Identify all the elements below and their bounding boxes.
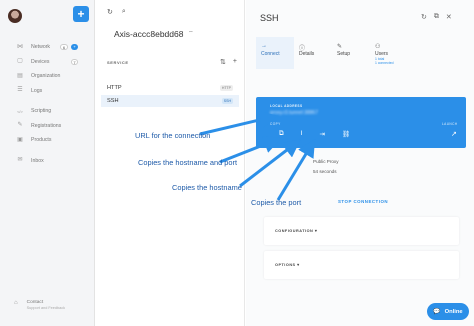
service-row-ssh[interactable]: SSH SSH [101, 95, 239, 107]
organization-icon: ▤ [17, 72, 23, 79]
sidebar-item-label: Devices [31, 58, 50, 65]
sidebar-item-organization[interactable]: ▤ Organization [0, 69, 95, 84]
local-address-label: LOCAL ADDRESS [270, 104, 303, 108]
close-icon[interactable]: ✕ [446, 13, 452, 21]
wifi-icon: ⌔ [188, 31, 194, 37]
share-icon[interactable]: ⧉ [434, 13, 439, 21]
copy-buttons: ⧉ I ⇥ ⛓ [279, 130, 350, 138]
proxy-type: Public Proxy [313, 159, 339, 164]
copy-hostname-icon[interactable]: I [301, 130, 303, 138]
sidebar-item-devices[interactable]: ▢ Devices 7 [0, 55, 95, 70]
products-icon: ▣ [17, 136, 23, 143]
chat-icon: 💬 [433, 308, 441, 315]
local-address-value[interactable]: proxy.r3.tunnel:38867 [270, 110, 318, 116]
options-section[interactable]: OPTIONS ▾ [264, 251, 459, 279]
registrations-icon: ✎ [17, 122, 23, 129]
network-add-badge[interactable]: + [71, 44, 78, 51]
tab-label: Connect [261, 51, 280, 57]
online-chat-button[interactable]: 💬 Online [427, 303, 469, 320]
copy-url-icon[interactable]: ⧉ [279, 130, 284, 138]
connection-status: Public Proxy 54 seconds [313, 157, 339, 177]
service-tabs: → Connect ⓘ Details ✎ Setup ⚇ Users 1 to… [256, 37, 408, 69]
service-title: SSH [260, 13, 279, 23]
sidebar-item-registrations[interactable]: ✎ Registrations [0, 119, 95, 134]
sidebar-item-network[interactable]: ⋈ Network 6 + [0, 40, 95, 55]
edit-icon: ✎ [337, 44, 343, 50]
stop-connection-button[interactable]: STOP CONNECTION [338, 199, 388, 204]
service-protocol-badge: SSH [221, 98, 233, 104]
add-button[interactable]: + [73, 6, 89, 22]
sidebar-item-label: Logs [31, 87, 43, 94]
add-service-icon[interactable]: + [233, 58, 237, 66]
connection-card: LOCAL ADDRESS proxy.r3.tunnel:38867 COPY… [256, 97, 466, 148]
sidebar-item-inbox[interactable]: ✉ Inbox [0, 154, 95, 169]
tab-setup[interactable]: ✎ Setup [332, 37, 370, 69]
contact-sub: Support and Feedback [26, 306, 66, 310]
network-count-badge: 6 [60, 44, 68, 51]
network-icon: ⋈ [17, 43, 23, 50]
service-protocol-badge: HTTP [219, 85, 233, 91]
tab-label: Details [299, 51, 315, 57]
sidebar-item-label: Registrations [31, 122, 62, 129]
devices-icon: ▢ [17, 58, 23, 65]
sidebar-item-logs[interactable]: ☰ Logs [0, 84, 95, 99]
inbox-icon: ✉ [17, 157, 23, 164]
sidebar-nav: ⋈ Network 6 + ▢ Devices 7 ▤ Organization… [0, 40, 95, 168]
refresh-icon[interactable]: ↻ [107, 8, 113, 16]
contact-icon: ⌂ [14, 300, 18, 306]
contact-link[interactable]: ⌂ Contact Support and Feedback [14, 300, 65, 310]
sidebar-item-label: Products [31, 137, 52, 144]
annotation-url: URL for the connection [135, 131, 211, 140]
info-icon: ⓘ [299, 46, 306, 52]
connection-duration: 54 seconds [313, 169, 337, 174]
sidebar-item-label: Organization [31, 73, 61, 80]
service-header: SERVICE ⇅ + [107, 58, 237, 66]
launch-icon[interactable]: ↗ [451, 130, 457, 138]
service-header-label: SERVICE [107, 60, 129, 65]
chevron-down-icon: ▾ [297, 263, 300, 267]
annotation-port: Copies the port [251, 198, 302, 207]
users-icon: ⚇ [375, 44, 381, 50]
copy-label: COPY [270, 122, 281, 126]
copy-link-icon[interactable]: ⛓ [342, 130, 350, 138]
service-name: HTTP [107, 85, 122, 91]
tab-details[interactable]: ⓘ Details [294, 37, 332, 69]
copy-port-icon[interactable]: ⇥ [319, 130, 324, 138]
section-label: OPTIONS [275, 263, 296, 267]
sidebar-item-label: Network [31, 44, 51, 51]
sidebar-item-label: Scripting [31, 108, 52, 115]
sidebar-item-scripting[interactable]: </> Scripting [0, 104, 95, 119]
chevron-down-icon: ▾ [314, 229, 318, 233]
logs-icon: ☰ [17, 87, 23, 94]
tab-users[interactable]: ⚇ Users 1 total 1 connected [370, 37, 408, 69]
service-detail-pane: SSH ↻ ⧉ ✕ → Connect ⓘ Details ✎ Setup ⚇ … [246, 0, 474, 326]
sidebar-item-label: Inbox [31, 157, 44, 164]
devices-count-badge: 7 [71, 58, 78, 65]
sidebar: + ⋈ Network 6 + ▢ Devices 7 ▤ Organizati… [0, 0, 95, 326]
launch-label: LAUNCH [442, 122, 458, 126]
online-label: Online [444, 308, 463, 315]
service-name: SSH [107, 98, 119, 104]
configuration-section[interactable]: CONFIGURATION ▾ [264, 217, 459, 245]
scripting-icon: </> [17, 108, 23, 114]
contact-label: Contact [26, 300, 44, 305]
sidebar-item-products[interactable]: ▣ Products [0, 133, 95, 148]
tab-label: Setup [337, 51, 351, 57]
service-row-http[interactable]: HTTP HTTP [101, 82, 239, 94]
refresh-icon[interactable]: ↻ [421, 13, 427, 21]
annotation-hostname: Copies the hostname [172, 183, 242, 192]
annotation-hostname-port: Copies the hostname and port [138, 158, 238, 167]
device-toolbar: ↻ ⌕ [107, 8, 126, 16]
tab-connect[interactable]: → Connect [256, 37, 294, 69]
device-name: Axis-accc8ebdd68 [114, 29, 184, 39]
section-label: CONFIGURATION [275, 229, 314, 233]
users-connected: 1 connected [375, 61, 394, 65]
search-icon[interactable]: ⌕ [122, 8, 126, 16]
arrow-right-icon: → [261, 43, 267, 49]
sort-icon[interactable]: ⇅ [220, 58, 226, 66]
avatar[interactable] [8, 9, 22, 23]
service-toolbar: ↻ ⧉ ✕ [421, 13, 452, 21]
